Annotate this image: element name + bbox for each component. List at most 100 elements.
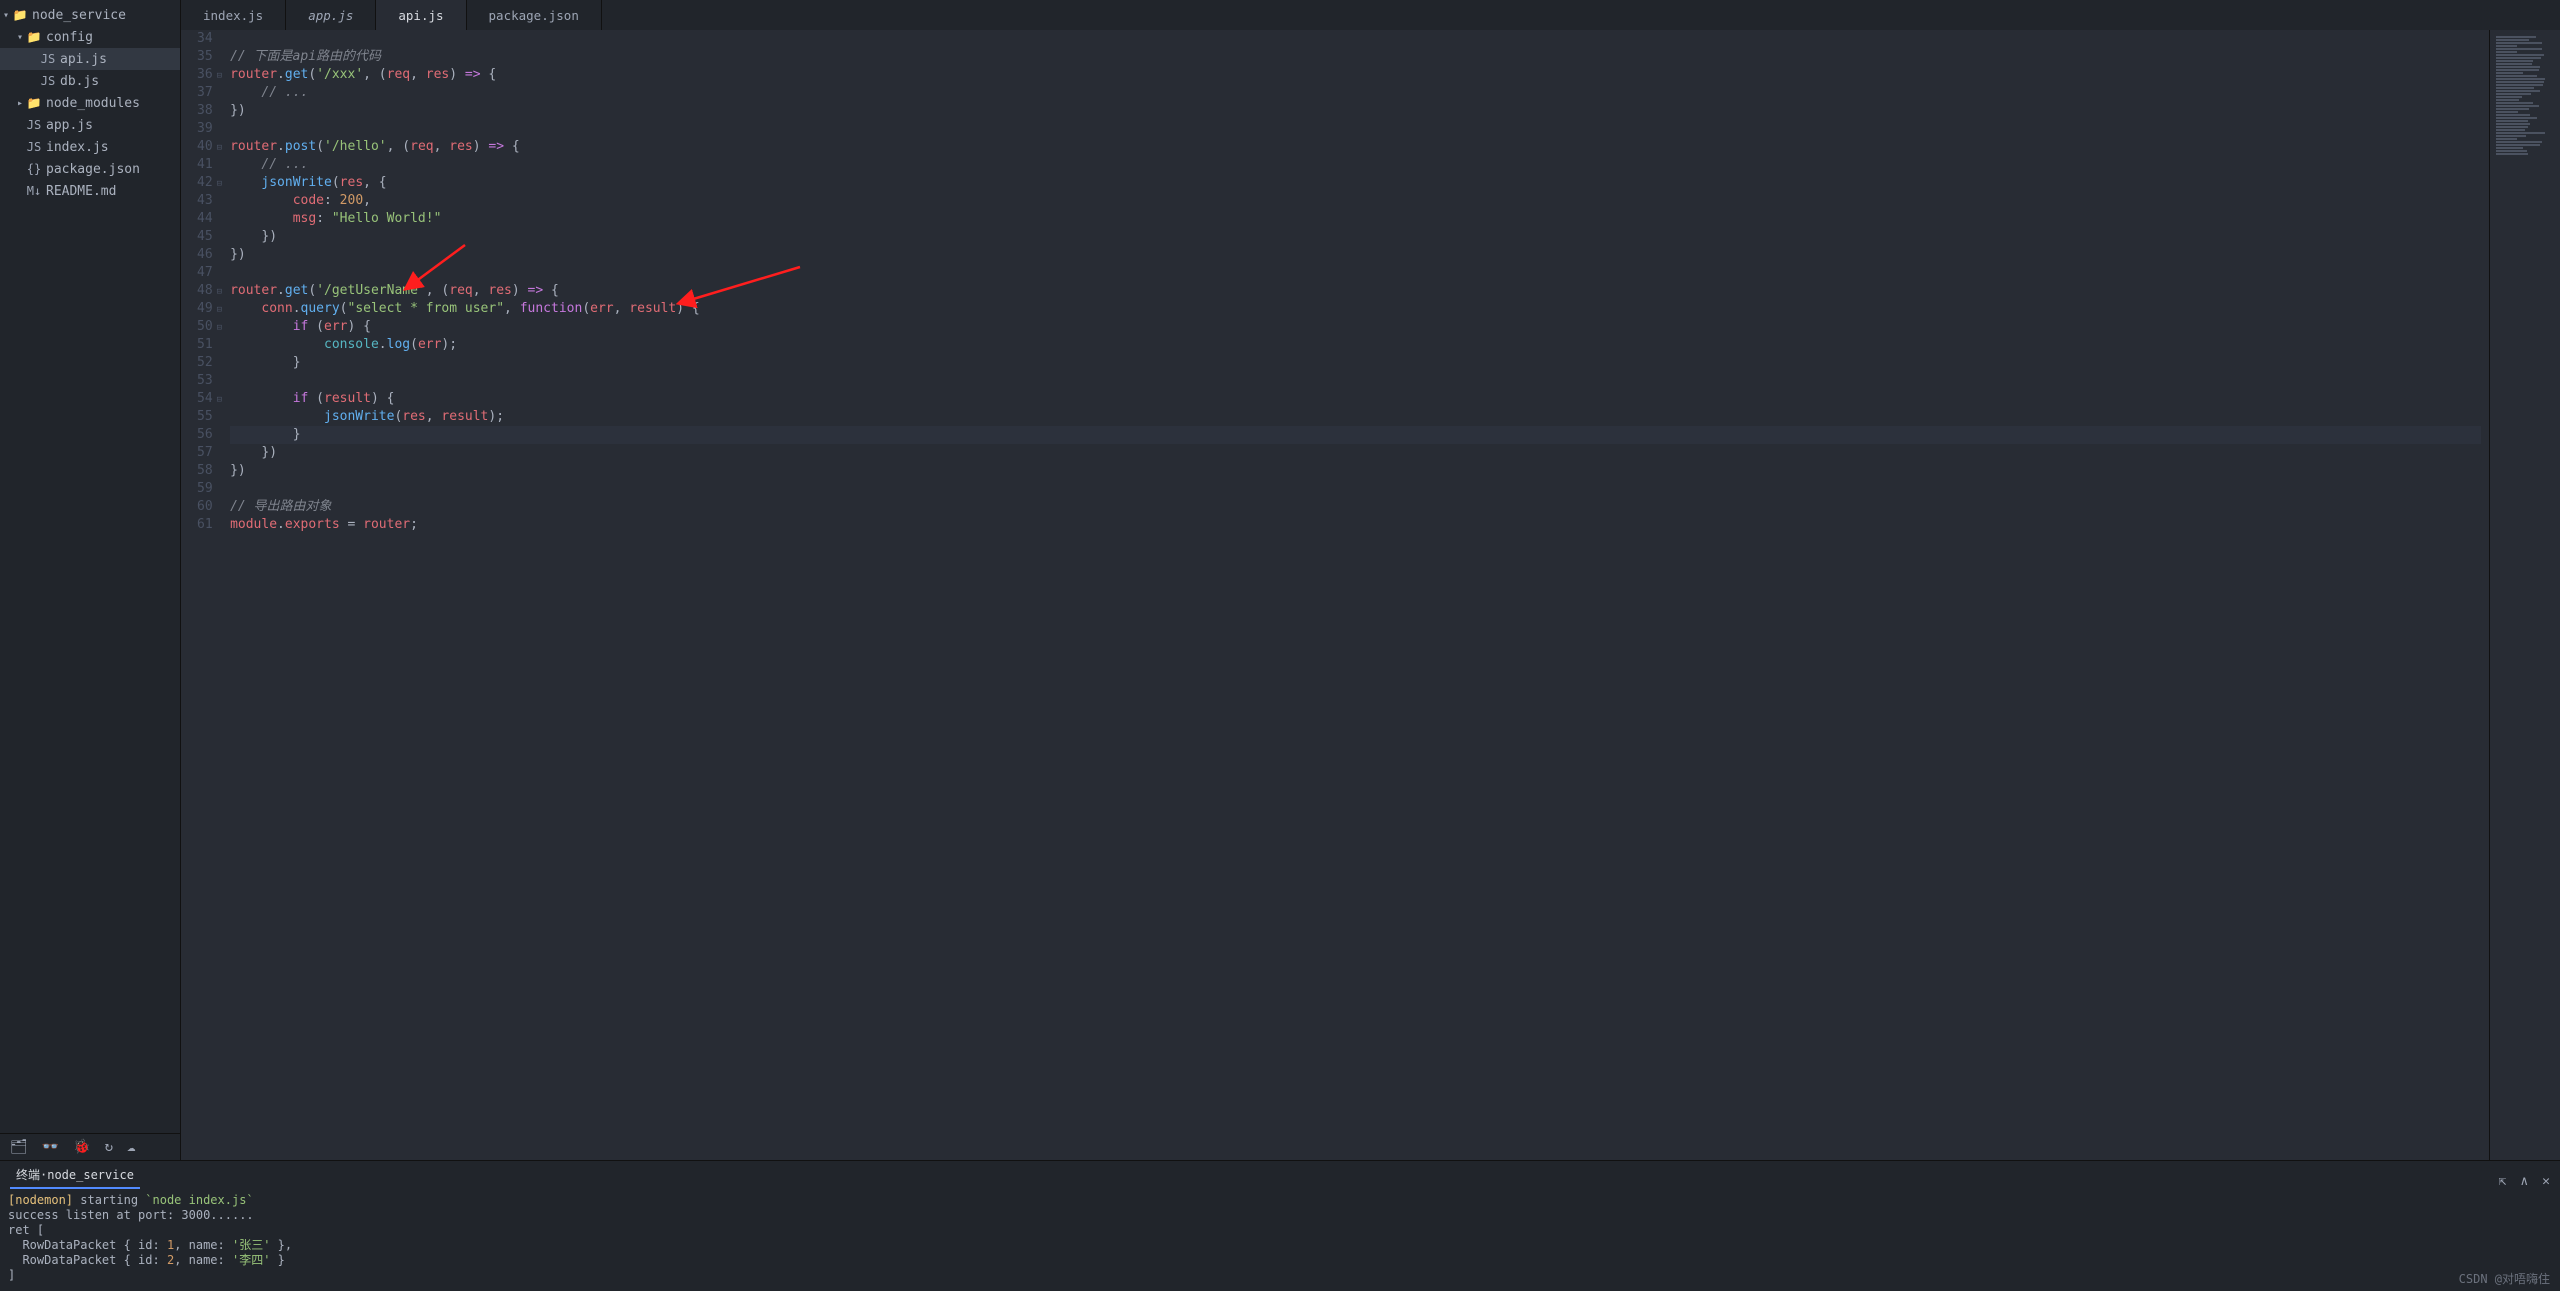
file-icon: 📁	[26, 30, 42, 44]
code-line[interactable]	[230, 30, 2481, 48]
code-line[interactable]: // 导出路由对象	[230, 498, 2481, 516]
code-line[interactable]: conn.query("select * from user", functio…	[230, 300, 2481, 318]
line-number: 34	[197, 30, 222, 48]
code-line[interactable]: if (err) {	[230, 318, 2481, 336]
tree-item[interactable]: JSapp.js	[0, 114, 180, 136]
line-number: 47	[197, 264, 222, 282]
terminal-line: RowDataPacket { id: 1, name: '张三' },	[8, 1238, 2552, 1253]
tree-item[interactable]: ▸📁node_modules	[0, 92, 180, 114]
terminal-output[interactable]: [nodemon] starting `node index.js`succes…	[0, 1189, 2560, 1291]
file-icon: JS	[26, 140, 42, 154]
line-number: 61	[197, 516, 222, 534]
line-number: 46	[197, 246, 222, 264]
code-line[interactable]: }	[230, 426, 2481, 444]
sidebar-bottom-toolbar: 🗂 👓 🐞 ↻ ☁	[0, 1133, 180, 1160]
code-line[interactable]: // 下面是api路由的代码	[230, 48, 2481, 66]
editor-tab[interactable]: api.js	[376, 0, 466, 30]
line-number: 45	[197, 228, 222, 246]
line-number: 51	[197, 336, 222, 354]
gutter: 34 35 36⊟37 38 39 40⊟41 42⊟43 44 45 46 4…	[181, 30, 230, 1160]
code-line[interactable]: })	[230, 228, 2481, 246]
code-line[interactable]: router.get('/xxx', (req, res) => {	[230, 66, 2481, 84]
tree-item-label: db.js	[60, 74, 99, 89]
line-number: 50⊟	[197, 318, 222, 336]
line-number: 39	[197, 120, 222, 138]
chevron-down-icon[interactable]: ▾	[0, 10, 12, 21]
tree-item[interactable]: JSapi.js	[0, 48, 180, 70]
terminal-line: ret [	[8, 1223, 2552, 1238]
code-line[interactable]	[230, 264, 2481, 282]
tree-item-label: README.md	[46, 184, 116, 199]
code-line[interactable]: if (result) {	[230, 390, 2481, 408]
editor-body: 34 35 36⊟37 38 39 40⊟41 42⊟43 44 45 46 4…	[181, 30, 2560, 1160]
code-line[interactable]: // ...	[230, 156, 2481, 174]
file-icon: M↓	[26, 184, 42, 198]
code-line[interactable]: router.get('/getUserName', (req, res) =>…	[230, 282, 2481, 300]
terminal-action-icon[interactable]: ∧	[2520, 1174, 2528, 1189]
line-number: 44	[197, 210, 222, 228]
tree-item-label: index.js	[46, 140, 109, 155]
code-line[interactable]	[230, 480, 2481, 498]
sidebar: ▾ 📁 node_service ▾📁configJSapi.jsJSdb.js…	[0, 0, 181, 1160]
terminal-line: RowDataPacket { id: 2, name: '李四' }	[8, 1253, 2552, 1268]
code-line[interactable]: code: 200,	[230, 192, 2481, 210]
tree-item-label: app.js	[46, 118, 93, 133]
line-number: 58	[197, 462, 222, 480]
code-line[interactable]: console.log(err);	[230, 336, 2481, 354]
terminal-line: ]	[8, 1268, 2552, 1283]
code-line[interactable]: })	[230, 444, 2481, 462]
terminal-action-icon[interactable]: ✕	[2542, 1174, 2550, 1189]
editor-tabs: index.jsapp.jsapi.jspackage.json	[181, 0, 2560, 30]
code-line[interactable]: msg: "Hello World!"	[230, 210, 2481, 228]
code-line[interactable]: })	[230, 462, 2481, 480]
tree-root[interactable]: ▾ 📁 node_service	[0, 4, 180, 26]
code-line[interactable]: })	[230, 102, 2481, 120]
tree-item[interactable]: ▾📁config	[0, 26, 180, 48]
line-number: 53	[197, 372, 222, 390]
code-line[interactable]	[230, 120, 2481, 138]
tree-item[interactable]: M↓ README.md	[0, 180, 180, 202]
terminal-tabs: 终端·node_service ⇱ ∧ ✕	[0, 1161, 2560, 1189]
code-line[interactable]: // ...	[230, 84, 2481, 102]
line-number: 41	[197, 156, 222, 174]
code-line[interactable]: })	[230, 246, 2481, 264]
chevron-icon[interactable]: ▾	[14, 32, 26, 43]
sidebar-tool-icon[interactable]: 👓	[42, 1139, 59, 1155]
line-number: 59	[197, 480, 222, 498]
terminal-tab[interactable]: 终端·node_service	[10, 1162, 140, 1189]
line-number: 48⊟	[197, 282, 222, 300]
line-number: 56	[197, 426, 222, 444]
line-number: 60	[197, 498, 222, 516]
editor-tab[interactable]: package.json	[467, 0, 602, 30]
line-number: 37	[197, 84, 222, 102]
file-icon: JS	[40, 74, 56, 88]
tree-item-label: node_modules	[46, 96, 140, 111]
editor: index.jsapp.jsapi.jspackage.json 34 35 3…	[181, 0, 2560, 1160]
code-line[interactable]: jsonWrite(res, result);	[230, 408, 2481, 426]
tree-item[interactable]: {}package.json	[0, 158, 180, 180]
editor-tab[interactable]: app.js	[286, 0, 376, 30]
sidebar-tool-icon[interactable]: ↻	[105, 1139, 113, 1155]
editor-tab[interactable]: index.js	[181, 0, 286, 30]
tree-item[interactable]: JS index.js	[0, 136, 180, 158]
code-line[interactable]: module.exports = router;	[230, 516, 2481, 534]
line-number: 54⊟	[197, 390, 222, 408]
code-line[interactable]	[230, 372, 2481, 390]
minimap[interactable]	[2489, 30, 2560, 1160]
sidebar-tool-icon[interactable]: 🐞	[73, 1139, 90, 1155]
tree-item[interactable]: JS db.js	[0, 70, 180, 92]
folder-icon: 📁	[12, 8, 28, 22]
code-line[interactable]: router.post('/hello', (req, res) => {	[230, 138, 2481, 156]
terminal-line: success listen at port: 3000......	[8, 1208, 2552, 1223]
sidebar-tool-icon[interactable]: ☁	[127, 1139, 135, 1155]
terminal-action-icon[interactable]: ⇱	[2499, 1174, 2507, 1189]
code-line[interactable]: jsonWrite(res, {	[230, 174, 2481, 192]
main-split: ▾ 📁 node_service ▾📁configJSapi.jsJSdb.js…	[0, 0, 2560, 1160]
line-number: 55	[197, 408, 222, 426]
code-line[interactable]: }	[230, 354, 2481, 372]
code-area[interactable]: // 下面是api路由的代码router.get('/xxx', (req, r…	[230, 30, 2489, 1160]
chevron-icon[interactable]: ▸	[14, 98, 26, 109]
sidebar-tool-icon[interactable]: 🗂	[10, 1139, 28, 1155]
file-tree[interactable]: ▾ 📁 node_service ▾📁configJSapi.jsJSdb.js…	[0, 0, 180, 1133]
tree-item-label: api.js	[60, 52, 107, 67]
